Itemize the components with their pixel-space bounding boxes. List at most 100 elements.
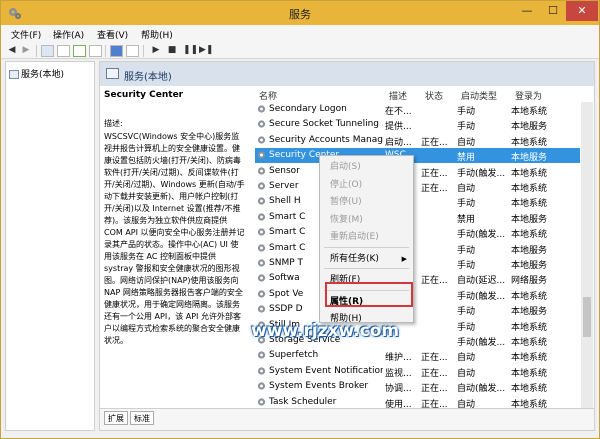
cell-startup: 手动 bbox=[457, 322, 476, 333]
cell-status: 正在... bbox=[421, 184, 448, 194]
context-menu-item[interactable]: 停止(O) bbox=[320, 176, 413, 194]
table-row[interactable]: Security CenterWSC...禁用本地服务 bbox=[255, 148, 580, 164]
cell-logon: 本地服务 bbox=[511, 245, 548, 256]
maximize-button[interactable]: ☐ bbox=[540, 1, 566, 21]
properties-highlight-box bbox=[325, 282, 413, 307]
export-icon[interactable] bbox=[89, 45, 102, 57]
cell-startup: 手动(触发... bbox=[457, 168, 506, 179]
service-gear-icon bbox=[257, 213, 266, 221]
column-header-status[interactable]: 状态 bbox=[421, 86, 457, 102]
back-icon[interactable]: ◀ bbox=[7, 45, 17, 56]
cell-status: 正在... bbox=[421, 384, 448, 395]
cell-startup: 自动 bbox=[457, 353, 476, 364]
title-bar[interactable]: 服务 — ☐ ✕ bbox=[1, 1, 599, 25]
table-row[interactable]: Softwa 正在... 自动(延迟... 网络服务 bbox=[255, 271, 580, 286]
cell-logon: 本地服务 bbox=[511, 153, 548, 164]
cell-name: Secondary Logon bbox=[269, 104, 347, 114]
menu-view[interactable]: 查看(V) bbox=[97, 28, 128, 41]
table-row[interactable]: Secure Socket Tunneling ... 提供... 手动 本地服务 bbox=[255, 117, 580, 132]
table-row[interactable]: Smart C 手动(触发... 本地系统 bbox=[255, 225, 580, 240]
view-tabs: 扩展 标准 bbox=[100, 408, 594, 430]
service-gear-icon bbox=[257, 151, 266, 159]
show-tree-icon[interactable] bbox=[41, 45, 54, 57]
column-header-log-on-as[interactable]: 登录为 bbox=[511, 86, 581, 102]
cell-name: Task Scheduler bbox=[269, 396, 337, 407]
stop-icon[interactable]: ■ bbox=[167, 45, 177, 56]
context-menu-item[interactable]: 启动(S) bbox=[320, 158, 413, 176]
cell-desc: 协调... bbox=[385, 384, 412, 395]
tree-item-services-local[interactable]: 服务(本地) bbox=[9, 67, 64, 80]
start-icon[interactable]: ▶ bbox=[151, 45, 161, 56]
cell-startup: 自动(延迟... bbox=[457, 276, 506, 287]
menu-separator bbox=[324, 246, 409, 248]
cell-startup: 手动 bbox=[457, 107, 476, 117]
table-row[interactable]: Spot Ve 手动(触发... 本地系统 bbox=[255, 287, 580, 302]
minimize-button[interactable]: — bbox=[514, 1, 540, 21]
menu-bar: 文件(F) 操作(A) 查看(V) 帮助(H) bbox=[1, 25, 599, 43]
services-node-icon bbox=[9, 70, 19, 79]
column-header-startup-type[interactable]: 启动类型 bbox=[457, 86, 511, 102]
submenu-arrow-icon: ▶ bbox=[401, 254, 407, 263]
properties-icon[interactable] bbox=[57, 45, 70, 57]
context-menu-item[interactable]: 所有任务(K) ▶ bbox=[320, 250, 413, 268]
tab-extended[interactable]: 扩展 bbox=[104, 411, 128, 425]
table-row[interactable]: SNMP T 手动 本地服务 bbox=[255, 256, 580, 271]
cell-logon: 本地系统 bbox=[511, 291, 548, 302]
cell-name: System Events Broker bbox=[269, 381, 369, 392]
restart-icon[interactable]: ▶❚ bbox=[199, 45, 213, 56]
service-gear-icon bbox=[257, 105, 266, 113]
table-row[interactable]: Smart C 手动 本地服务 bbox=[255, 241, 580, 256]
service-gear-icon bbox=[257, 120, 266, 128]
cell-desc: 在不... bbox=[385, 107, 412, 117]
service-gear-icon bbox=[257, 290, 266, 298]
close-button[interactable]: ✕ bbox=[566, 1, 598, 21]
menu-help[interactable]: 帮助(H) bbox=[141, 28, 173, 41]
table-row[interactable]: System Events Broker 协调... 正在... 自动(触发... 本地… bbox=[255, 379, 580, 394]
column-header-description[interactable]: 描述 bbox=[385, 86, 421, 102]
menu-file[interactable]: 文件(F) bbox=[11, 28, 41, 41]
table-row[interactable]: Security Accounts Manag... 启动... 正在... 自动 本地… bbox=[255, 133, 580, 148]
cell-status: 正在... bbox=[421, 137, 448, 148]
cell-logon: 本地系统 bbox=[511, 368, 548, 379]
table-row[interactable]: Sensor 正在... 手动(触发... 本地系统 bbox=[255, 164, 580, 179]
pane-header: 服务(本地) bbox=[100, 62, 594, 86]
vertical-scrollbar[interactable] bbox=[581, 102, 593, 408]
description-text: WSCSVC(Windows 安全中心)服务监视并报告计算机上的安全健康设置。健… bbox=[104, 132, 245, 345]
console-icon[interactable] bbox=[126, 45, 139, 57]
window-title: 服务 bbox=[289, 8, 311, 21]
table-row[interactable]: Secondary Logon 在不... 手动 本地系统 bbox=[255, 102, 580, 117]
service-gear-icon bbox=[257, 136, 266, 144]
context-menu-item[interactable]: 暂停(U) bbox=[320, 193, 413, 211]
column-header-name[interactable]: 名称 bbox=[255, 86, 385, 102]
help-icon[interactable] bbox=[110, 45, 123, 57]
cell-startup: 手动(触发... bbox=[457, 338, 506, 348]
context-menu-item-label: 重新启动(E) bbox=[330, 232, 379, 242]
context-menu-item[interactable]: 重新启动(E) bbox=[320, 228, 413, 246]
scrollbar-thumb[interactable] bbox=[583, 297, 591, 337]
pane-title: 服务(本地) bbox=[124, 72, 172, 83]
context-menu-item[interactable]: 恢复(M) bbox=[320, 211, 413, 229]
table-row[interactable]: SSDP D 手动 本地服务 bbox=[255, 302, 580, 317]
pause-icon[interactable]: ❚❚ bbox=[183, 45, 198, 56]
service-gear-icon bbox=[257, 382, 266, 390]
service-gear-icon bbox=[257, 197, 266, 205]
service-gear-icon bbox=[257, 182, 266, 190]
table-row[interactable]: System Event Notification... 监视... 正在... 自动… bbox=[255, 364, 580, 379]
service-gear-icon bbox=[257, 259, 266, 267]
cell-desc: 监视... bbox=[385, 368, 412, 379]
cell-logon: 本地服务 bbox=[511, 307, 548, 318]
refresh-icon[interactable] bbox=[73, 45, 86, 57]
service-name-heading: Security Center bbox=[104, 90, 184, 100]
table-row[interactable]: Smart C 禁用 本地服务 bbox=[255, 210, 580, 225]
cell-status: 正在... bbox=[421, 368, 448, 379]
cell-startup: 手动 bbox=[457, 261, 476, 271]
tab-standard[interactable]: 标准 bbox=[130, 411, 154, 425]
toolbar-separator bbox=[36, 45, 37, 57]
table-row[interactable]: Shell H 手动 本地系统 bbox=[255, 194, 580, 209]
cell-logon: 本地服务 bbox=[511, 214, 548, 225]
forward-icon[interactable]: ▶ bbox=[21, 45, 31, 56]
table-row[interactable]: Superfetch 维护... 正在... 自动 本地系统 bbox=[255, 348, 580, 363]
menu-action[interactable]: 操作(A) bbox=[53, 28, 84, 41]
console-tree: 服务(本地) bbox=[5, 61, 95, 431]
table-row[interactable]: Server 正在... 自动 本地系统 bbox=[255, 179, 580, 194]
